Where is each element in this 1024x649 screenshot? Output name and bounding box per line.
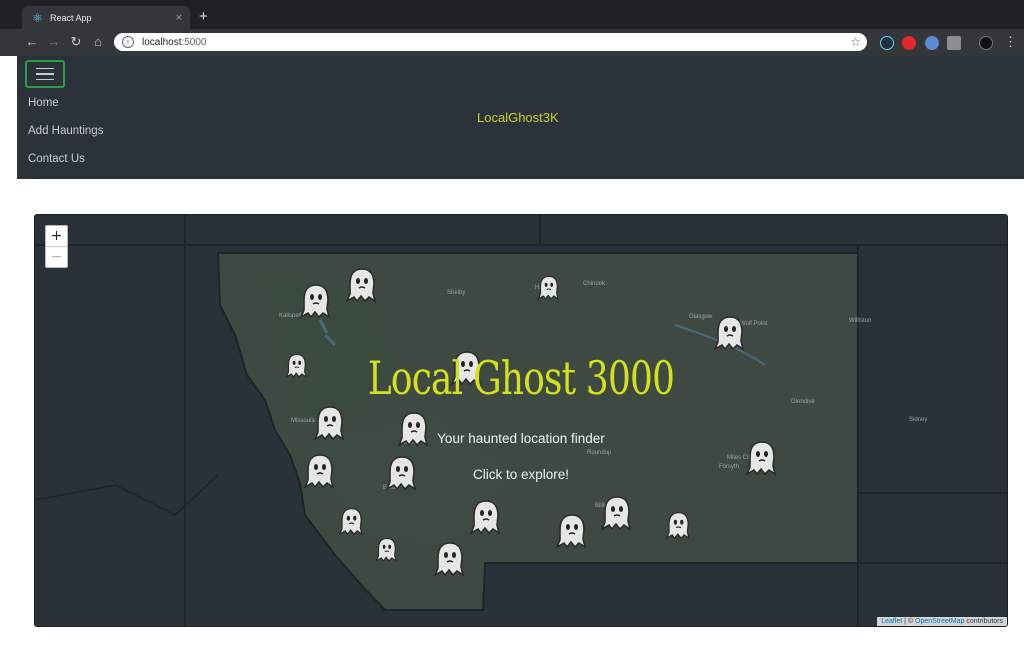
- place-label: Missoula: [291, 418, 315, 424]
- ghost-marker-icon[interactable]: [338, 507, 365, 536]
- browser-menu-icon[interactable]: ⋮: [1004, 34, 1017, 50]
- profile-avatar-icon[interactable]: [979, 36, 993, 50]
- ghost-marker-icon[interactable]: [665, 511, 692, 540]
- zoom-control: + −: [45, 225, 68, 268]
- new-tab-icon[interactable]: +: [199, 9, 208, 24]
- address-bar[interactable]: i localhost:5000 ☆: [114, 33, 867, 51]
- ghost-marker-icon[interactable]: [345, 267, 379, 303]
- forward-icon[interactable]: →: [46, 34, 62, 50]
- place-label: Glasgow: [689, 314, 713, 320]
- place-label: Shelby: [447, 290, 466, 296]
- nav-link-contact-us[interactable]: Contact Us: [28, 153, 85, 165]
- nav-link-home[interactable]: Home: [28, 97, 59, 109]
- extension-square-icon[interactable]: [947, 36, 961, 50]
- browser-tab[interactable]: ⚛ React App ×: [22, 6, 190, 29]
- browser-tabbar: ⚛ React App × +: [0, 0, 1024, 29]
- ghost-marker-icon[interactable]: [713, 315, 747, 351]
- info-icon[interactable]: i: [122, 36, 134, 48]
- ghost-marker-icon[interactable]: [537, 275, 561, 301]
- tab-close-icon[interactable]: ×: [176, 12, 182, 24]
- app-navbar: Home Add Hauntings Contact Us LocalGhost…: [17, 56, 1024, 179]
- zoom-in-button[interactable]: +: [46, 226, 67, 246]
- osm-link[interactable]: OpenStreetMap: [915, 618, 964, 625]
- place-label: Roundup: [587, 450, 612, 456]
- place-label: Williston: [849, 318, 872, 324]
- reload-icon[interactable]: ↻: [68, 34, 84, 50]
- back-icon[interactable]: ←: [24, 34, 40, 50]
- hamburger-line: [36, 73, 54, 75]
- nav-link-add-hauntings[interactable]: Add Hauntings: [28, 125, 103, 137]
- react-devtools-icon[interactable]: [880, 36, 894, 50]
- zoom-out-button[interactable]: −: [46, 246, 67, 267]
- browser-toolbar: ← → ↻ ⌂ i localhost:5000 ☆ ⋮: [0, 29, 1024, 56]
- ghost-marker-icon[interactable]: [299, 283, 333, 319]
- ghost-marker-icon[interactable]: [375, 537, 399, 563]
- hamburger-menu-button[interactable]: [25, 60, 65, 88]
- react-icon: ⚛: [32, 10, 43, 25]
- map-container[interactable]: Kalispell Shelby Havre Chinook Glasgow W…: [34, 214, 1008, 627]
- tab-title: React App: [50, 12, 92, 23]
- hero-subtitle: Your haunted location finder: [437, 431, 605, 446]
- bookmark-star-icon[interactable]: ☆: [850, 35, 861, 49]
- home-icon[interactable]: ⌂: [90, 34, 106, 50]
- place-label: Chinook: [583, 281, 606, 287]
- hamburger-line: [36, 78, 54, 81]
- opera-extension-icon[interactable]: [902, 36, 916, 50]
- place-label: Sidney: [909, 417, 928, 423]
- extension-icon[interactable]: [925, 36, 939, 50]
- url-text[interactable]: localhost:5000: [142, 37, 850, 48]
- ghost-marker-icon[interactable]: [600, 495, 634, 531]
- map-attribution: Leaflet | © OpenStreetMap contributors: [877, 617, 1007, 626]
- ghost-marker-icon[interactable]: [433, 541, 467, 577]
- leaflet-link[interactable]: Leaflet: [881, 618, 902, 625]
- ghost-marker-icon[interactable]: [469, 499, 503, 535]
- explore-link[interactable]: Click to explore!: [35, 467, 1007, 482]
- navbar-brand[interactable]: LocalGhost3K: [477, 110, 559, 125]
- ghost-marker-icon[interactable]: [555, 513, 589, 549]
- hero-title: Local Ghost 3000: [367, 351, 675, 405]
- place-label: Kalispell: [279, 313, 302, 319]
- hamburger-line: [36, 67, 54, 70]
- map-tiles: [35, 215, 1007, 626]
